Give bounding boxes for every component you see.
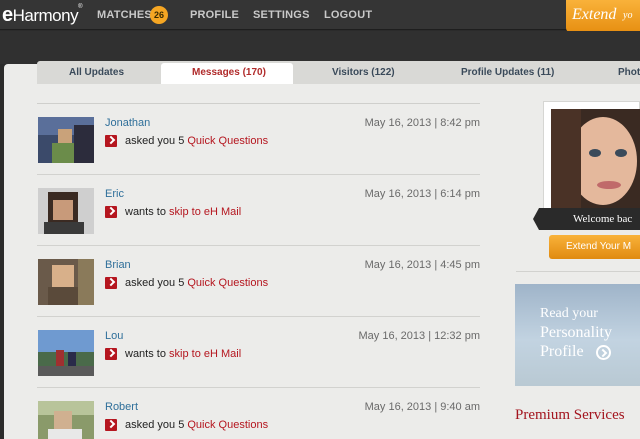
tab-messages[interactable]: Messages (170) [192,67,266,78]
timestamp: May 16, 2013 | 8:42 pm [364,117,480,129]
list-item: Lou wants to skip to eH Mail May 16, 201… [37,317,480,388]
extend-tab-label: Extend [572,6,617,23]
extend-tab-label-tail: yo [623,10,633,21]
nav-settings[interactable]: SETTINGS [253,9,310,21]
avatar[interactable] [38,188,94,234]
avatar[interactable] [38,117,94,163]
premium-services-heading: Premium Services [515,407,625,423]
tab-visitors[interactable]: Visitors (122) [332,67,395,78]
extend-membership-label: Extend Your M [566,241,632,252]
activity-link[interactable]: skip to eH Mail [169,206,241,218]
activity-verb: wants to [125,348,170,360]
matches-count-badge[interactable]: 26 [150,6,168,24]
chevron-right-icon[interactable] [105,419,117,431]
chevron-right-icon[interactable] [105,277,117,289]
chevron-right-icon[interactable] [105,206,117,218]
chevron-right-icon[interactable] [105,135,117,147]
extend-subscription-tab[interactable]: Extend yo [566,0,640,38]
avatar[interactable] [38,259,94,305]
tab-all-updates[interactable]: All Updates [69,67,124,78]
tab-profile-updates[interactable]: Profile Updates (11) [461,67,554,78]
activity-verb: asked you 5 [125,135,188,147]
circle-arrow-icon[interactable] [596,345,611,360]
promo-line-2: Personality [540,324,612,341]
avatar[interactable] [38,401,94,439]
promo-line-1: Read your [540,306,598,321]
activity-link[interactable]: Quick Questions [187,419,268,431]
sender-name[interactable]: Lou [105,330,123,342]
activity-text: wants to skip to eH Mail [125,348,241,360]
welcome-ribbon: Welcome bac [533,208,640,230]
personality-profile-promo[interactable]: Read your Personality Profile [515,284,640,386]
eharmony-logo[interactable]: eHarmony® [2,4,83,27]
tab-photos[interactable]: Phot [618,67,640,78]
timestamp: May 16, 2013 | 6:14 pm [364,188,480,200]
sender-name[interactable]: Brian [105,259,131,271]
activity-text: asked you 5 Quick Questions [125,419,268,431]
logo-registered-mark: ® [78,4,83,10]
avatar[interactable] [38,330,94,376]
updates-tab-bar: All Updates Messages (170) Visitors (122… [37,61,640,84]
logo-wordmark: Harmony [12,6,79,25]
logo-e: e [2,4,13,26]
list-item: Eric wants to skip to eH Mail May 16, 20… [37,175,480,246]
header-band [0,31,640,64]
timestamp: May 16, 2013 | 9:40 am [364,401,480,413]
activity-link[interactable]: Quick Questions [187,135,268,147]
activity-verb: wants to [125,206,170,218]
list-item: Robert asked you 5 Quick Questions May 1… [37,388,480,439]
timestamp: May 16, 2013 | 4:45 pm [364,259,480,271]
extend-membership-button[interactable]: Extend Your M [549,235,640,259]
top-navigation-bar: eHarmony® MATCHES 26 PROFILE SETTINGS LO… [0,0,640,38]
list-item: Jonathan asked you 5 Quick Questions May… [37,104,480,175]
sender-name[interactable]: Robert [105,401,138,413]
chevron-right-icon[interactable] [105,348,117,360]
activity-text: asked you 5 Quick Questions [125,135,268,147]
activity-text: wants to skip to eH Mail [125,206,241,218]
activity-link[interactable]: Quick Questions [187,277,268,289]
nav-profile[interactable]: PROFILE [190,9,239,21]
welcome-text: Welcome bac [573,213,633,225]
timestamp: May 16, 2013 | 12:32 pm [358,330,481,342]
nav-logout[interactable]: LOGOUT [324,9,372,21]
activity-verb: asked you 5 [125,419,188,431]
list-item: Brian asked you 5 Quick Questions May 16… [37,246,480,317]
activity-verb: asked you 5 [125,277,188,289]
activity-text: asked you 5 Quick Questions [125,277,268,289]
nav-matches[interactable]: MATCHES [97,9,152,21]
sidebar-divider [516,271,640,272]
sender-name[interactable]: Eric [105,188,124,200]
activity-link[interactable]: skip to eH Mail [169,348,241,360]
promo-line-3: Profile [540,343,584,360]
profile-photo-card[interactable] [543,101,640,225]
sender-name[interactable]: Jonathan [105,117,150,129]
profile-photo [551,109,640,212]
